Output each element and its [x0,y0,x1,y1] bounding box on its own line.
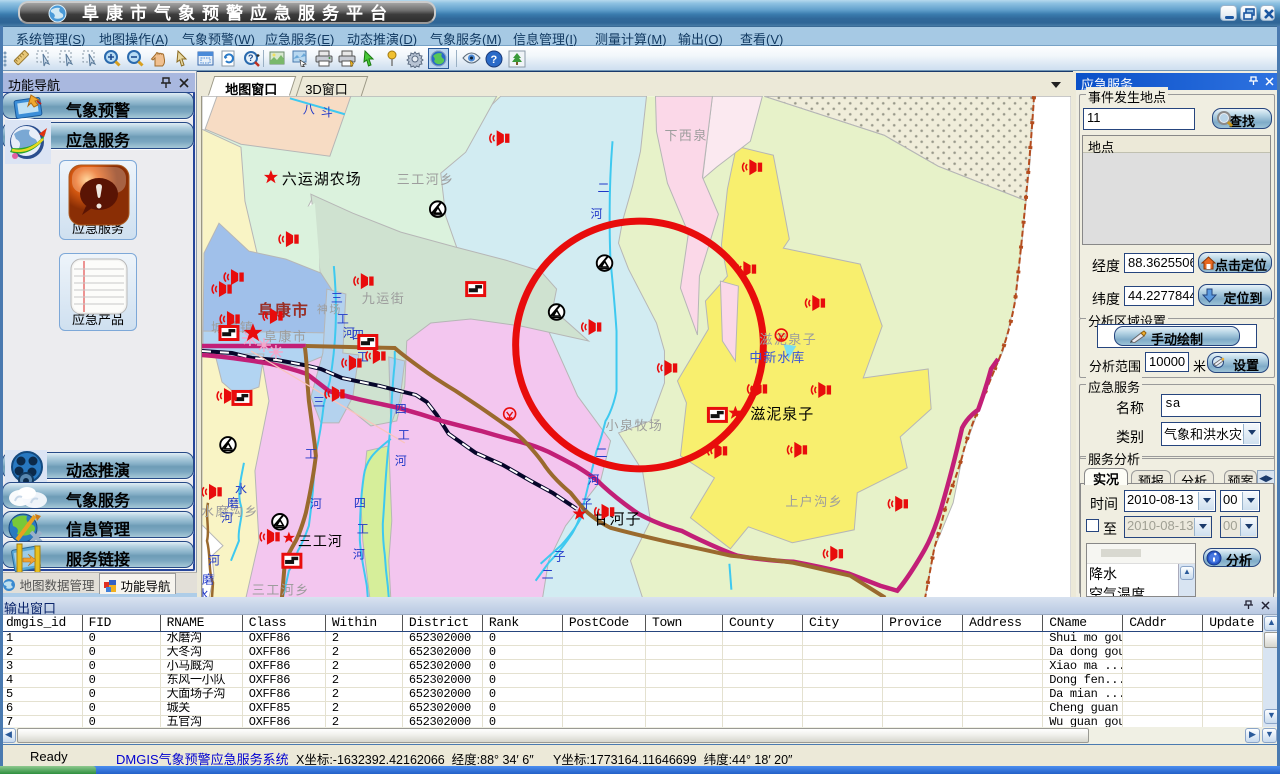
svg-text:三工河乡: 三工河乡 [397,172,455,187]
svg-text:甘河子: 甘河子 [594,511,642,528]
svg-text:四: 四 [354,496,366,510]
svg-text:三: 三 [313,395,325,409]
svg-text:?: ? [248,53,254,63]
svg-text:八: 八 [303,102,315,116]
svg-text:滋泥泉子: 滋泥泉子 [759,332,817,347]
svg-text:上户沟乡: 上户沟乡 [785,494,843,509]
svg-text:河: 河 [221,511,233,525]
svg-text:二: 二 [598,181,610,195]
svg-text:工: 工 [357,522,369,536]
svg-text:二: 二 [542,568,554,582]
svg-text:六运湖农场: 六运湖农场 [282,171,362,188]
svg-text:滋泥泉子: 滋泥泉子 [750,406,814,423]
svg-text:河: 河 [588,473,600,487]
svg-text:阜康市: 阜康市 [264,329,307,344]
svg-text:河: 河 [310,497,322,511]
svg-text:九运街: 九运街 [362,291,405,306]
svg-text:河: 河 [591,207,603,221]
svg-text:河: 河 [353,548,365,562]
svg-text:阜康市: 阜康市 [258,301,309,320]
svg-text:工: 工 [398,428,410,442]
svg-text:?: ? [491,54,498,66]
svg-text:三工河: 三工河 [298,533,343,549]
svg-text:子: 子 [554,550,566,564]
svg-text:四: 四 [395,402,407,416]
svg-text:斗: 斗 [321,105,333,119]
svg-text:下西泉: 下西泉 [664,128,707,143]
svg-text:工: 工 [305,447,317,461]
svg-text:小泉牧场: 小泉牧场 [606,418,664,433]
svg-text:子: 子 [581,497,593,511]
svg-text:三工河乡: 三工河乡 [252,583,310,598]
svg-text:水: 水 [235,482,247,496]
svg-text:二: 二 [596,446,608,460]
svg-text:河: 河 [395,454,407,468]
svg-text:中新水库: 中新水库 [749,350,805,365]
svg-text:磨: 磨 [227,496,239,510]
svg-text:河: 河 [208,554,220,568]
svg-text:磨: 磨 [202,573,214,587]
svg-text:工: 工 [337,312,349,326]
svg-text:三: 三 [331,291,343,305]
